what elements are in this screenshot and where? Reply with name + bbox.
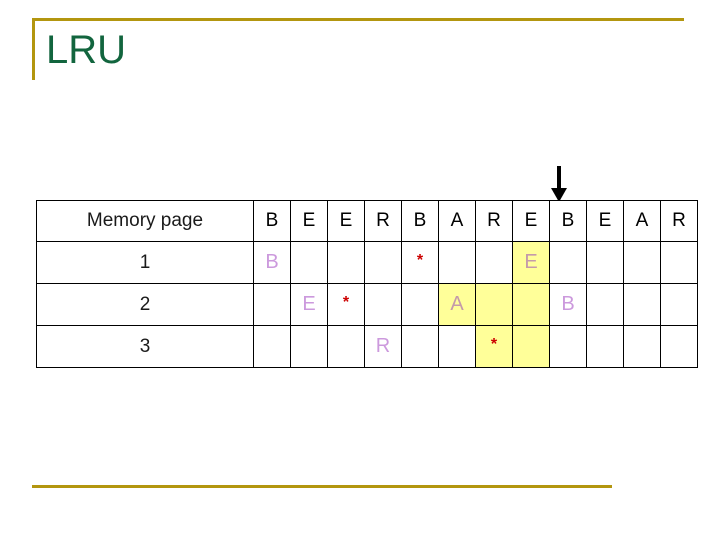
cell-r3-c2	[290, 325, 328, 368]
page-frame-label-2: 2	[36, 283, 254, 326]
cell-r3-c12	[660, 325, 698, 368]
page-fault-star: *	[342, 293, 350, 311]
table-row: 1 B * E	[36, 241, 698, 284]
cell-r3-c5	[401, 325, 439, 368]
cell-r1-c12	[660, 241, 698, 284]
cell-r1-c3	[327, 241, 365, 284]
cell-r3-c1	[253, 325, 291, 368]
cell-r2-c1	[253, 283, 291, 326]
page-frame-label-3: 3	[36, 325, 254, 368]
lru-trace-table: Memory page B E E R B A R E B E A R 1 B …	[36, 200, 698, 368]
column-header-10: E	[586, 200, 624, 242]
cell-r3-c6	[438, 325, 476, 368]
column-header-5: B	[401, 200, 439, 242]
column-header-7: R	[475, 200, 513, 242]
column-header-12: R	[660, 200, 698, 242]
cell-r1-c8: E	[512, 241, 550, 284]
cell-r2-c8	[512, 283, 550, 326]
column-header-11: A	[623, 200, 661, 242]
cell-r2-c10	[586, 283, 624, 326]
page-reference-letter: E	[524, 251, 538, 273]
cell-r1-c4	[364, 241, 402, 284]
cell-r2-c5	[401, 283, 439, 326]
cell-r2-c7	[475, 283, 513, 326]
cell-r3-c10	[586, 325, 624, 368]
cell-r2-c4	[364, 283, 402, 326]
cell-r1-c11	[623, 241, 661, 284]
table-header-row: Memory page B E E R B A R E B E A R	[36, 200, 698, 242]
cell-r2-c6: A	[438, 283, 476, 326]
row-label-header: Memory page	[36, 200, 254, 242]
page-reference-letter: E	[302, 293, 316, 315]
cell-r1-c9	[549, 241, 587, 284]
cell-r1-c6	[438, 241, 476, 284]
down-arrow-icon	[545, 165, 573, 203]
footer-rule	[32, 485, 612, 488]
cell-r2-c9: B	[549, 283, 587, 326]
cell-r1-c7	[475, 241, 513, 284]
cell-r1-c1: B	[253, 241, 291, 284]
column-header-6: A	[438, 200, 476, 242]
cell-r3-c4: R	[364, 325, 402, 368]
column-header-9: B	[549, 200, 587, 242]
column-header-1: B	[253, 200, 291, 242]
title-rule-left	[32, 18, 35, 80]
page-fault-star: *	[416, 251, 424, 269]
page-title: LRU	[46, 28, 127, 72]
cell-r1-c2	[290, 241, 328, 284]
table-body: Memory page B E E R B A R E B E A R 1 B …	[36, 200, 698, 368]
cell-r3-c9	[549, 325, 587, 368]
cell-r1-c5: *	[401, 241, 439, 284]
title-rule-top	[32, 18, 684, 21]
column-header-4: R	[364, 200, 402, 242]
cell-r1-c10	[586, 241, 624, 284]
cell-r3-c8	[512, 325, 550, 368]
cell-r3-c11	[623, 325, 661, 368]
cell-r2-c12	[660, 283, 698, 326]
cell-r3-c7: *	[475, 325, 513, 368]
slide-header: LRU	[0, 0, 720, 120]
cell-r2-c3: *	[327, 283, 365, 326]
column-header-3: E	[327, 200, 365, 242]
cell-r2-c11	[623, 283, 661, 326]
table-row: 3 R *	[36, 325, 698, 368]
cell-r2-c2: E	[290, 283, 328, 326]
page-reference-letter: A	[450, 293, 464, 315]
table-row: 2 E * A B	[36, 283, 698, 326]
page-reference-letter: B	[561, 293, 575, 315]
column-header-2: E	[290, 200, 328, 242]
cell-r3-c3	[327, 325, 365, 368]
column-header-8: E	[512, 200, 550, 242]
page-fault-star: *	[490, 335, 498, 353]
page-reference-letter: R	[375, 335, 391, 357]
page-reference-letter: B	[265, 251, 279, 273]
page-frame-label-1: 1	[36, 241, 254, 284]
